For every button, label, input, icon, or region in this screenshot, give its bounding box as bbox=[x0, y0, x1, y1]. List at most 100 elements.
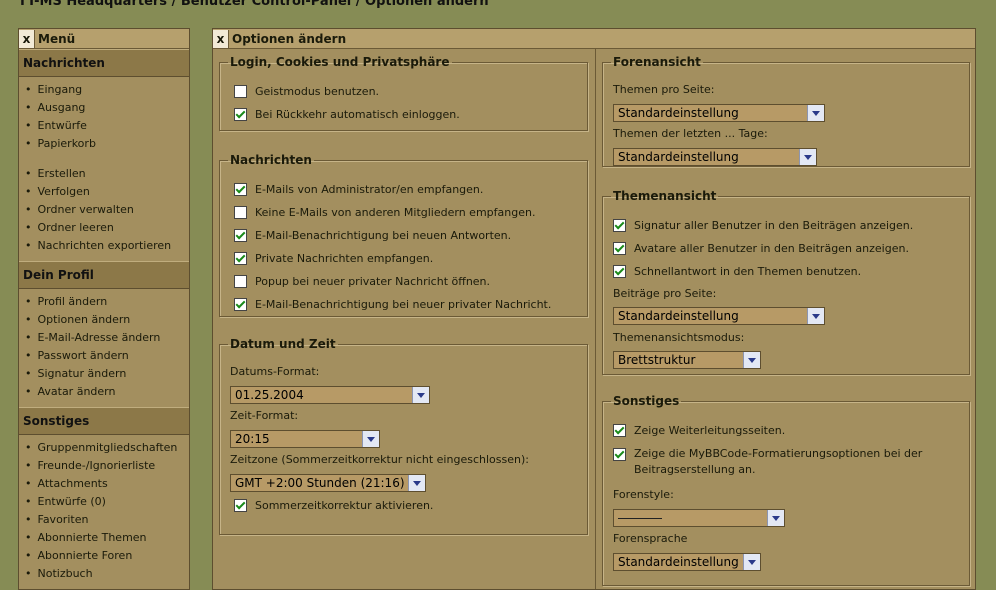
menu-item-verfolgen[interactable]: Verfolgen bbox=[25, 183, 189, 201]
menu-section-nachrichten: Nachrichten bbox=[19, 49, 189, 77]
forum-language-label: Forensprache bbox=[613, 532, 688, 545]
topics-per-page-select[interactable]: Standardeinstellung bbox=[613, 104, 825, 122]
menu-item-abonnierte-foren[interactable]: Abonnierte Foren bbox=[25, 547, 189, 565]
chevron-down-icon bbox=[807, 308, 824, 324]
option-show-signatures[interactable]: Signatur aller Benutzer in den Beiträgen… bbox=[613, 219, 913, 232]
option-label: Avatare aller Benutzer in den Beiträgen … bbox=[634, 242, 909, 255]
menu-spacer bbox=[25, 153, 189, 165]
misc-legend: Sonstiges bbox=[613, 394, 680, 408]
menu-list-profil: Profil ändern Optionen ändern E-Mail-Adr… bbox=[19, 289, 189, 407]
checkbox-receive-pm[interactable] bbox=[234, 252, 247, 265]
menu-item-erstellen[interactable]: Erstellen bbox=[25, 165, 189, 183]
chevron-down-icon bbox=[799, 149, 816, 165]
menu-item-ordner-verwalten[interactable]: Ordner verwalten bbox=[25, 201, 189, 219]
option-show-avatars[interactable]: Avatare aller Benutzer in den Beiträgen … bbox=[613, 242, 909, 255]
checkbox-no-member-mails[interactable] bbox=[234, 206, 247, 219]
forum-language-select[interactable]: Standardeinstellung bbox=[613, 553, 761, 571]
menu-item-passwort-aendern[interactable]: Passwort ändern bbox=[25, 347, 189, 365]
option-label: Geistmodus benutzen. bbox=[255, 85, 380, 98]
misc-fieldset: Sonstiges Zeige Weiterleitungsseiten. Ze… bbox=[602, 394, 970, 586]
chevron-down-icon bbox=[807, 105, 824, 121]
menu-item-gruppen[interactable]: Gruppenmitgliedschaften bbox=[25, 439, 189, 457]
checkbox-redirect-pages[interactable] bbox=[613, 424, 626, 437]
time-format-label: Zeit-Format: bbox=[230, 409, 299, 422]
checkbox-pm-notify[interactable] bbox=[234, 298, 247, 311]
chevron-down-icon bbox=[408, 475, 425, 491]
chevron-down-icon bbox=[767, 510, 784, 526]
menu-item-favoriten[interactable]: Favoriten bbox=[25, 511, 189, 529]
breadcrumb: TT-MS Headquarters / Benutzer Control-Pa… bbox=[18, 0, 489, 9]
menu-item-optionen-aendern[interactable]: Optionen ändern bbox=[25, 311, 189, 329]
menu-item-notizbuch[interactable]: Notizbuch bbox=[25, 565, 189, 583]
messages-fieldset: Nachrichten E-Mails von Administrator/en… bbox=[219, 153, 588, 317]
checkbox-auto-login[interactable] bbox=[234, 108, 247, 121]
chevron-down-icon bbox=[743, 352, 760, 368]
menu-item-freunde[interactable]: Freunde-/Ignorierliste bbox=[25, 457, 189, 475]
thread-view-fieldset: Themenansicht Signatur aller Benutzer in… bbox=[602, 189, 970, 375]
forum-style-label: Forenstyle: bbox=[613, 488, 674, 501]
menu-item-abonnierte-themen[interactable]: Abonnierte Themen bbox=[25, 529, 189, 547]
option-redirect-pages[interactable]: Zeige Weiterleitungsseiten. bbox=[613, 424, 785, 437]
menu-item-eingang[interactable]: Eingang bbox=[25, 81, 189, 99]
thread-mode-select[interactable]: Brettstruktur bbox=[613, 351, 761, 369]
option-pm-notify[interactable]: E-Mail-Benachrichtigung bei neuer privat… bbox=[234, 298, 551, 311]
menu-collapse-button[interactable]: x bbox=[19, 29, 35, 48]
menu-item-avatar-aendern[interactable]: Avatar ändern bbox=[25, 383, 189, 401]
option-receive-pm[interactable]: Private Nachrichten empfangen. bbox=[234, 252, 433, 265]
login-fieldset: Login, Cookies und Privatsphäre Geistmod… bbox=[219, 55, 588, 131]
checkbox-quick-reply[interactable] bbox=[613, 265, 626, 278]
time-format-select[interactable]: 20:15 bbox=[230, 430, 380, 448]
option-label: Sommerzeitkorrektur aktivieren. bbox=[255, 499, 434, 512]
menu-item-ordner-leeren[interactable]: Ordner leeren bbox=[25, 219, 189, 237]
timezone-select[interactable]: GMT +2:00 Stunden (21:16) bbox=[230, 474, 426, 492]
checkbox-admin-mails[interactable] bbox=[234, 183, 247, 196]
menu-section-profil: Dein Profil bbox=[19, 261, 189, 289]
option-dst[interactable]: Sommerzeitkorrektur aktivieren. bbox=[234, 499, 433, 512]
menu-item-papierkorb[interactable]: Papierkorb bbox=[25, 135, 189, 153]
chevron-down-icon bbox=[412, 387, 429, 403]
checkbox-mybbcode[interactable] bbox=[613, 448, 626, 461]
checkbox-reply-notify[interactable] bbox=[234, 229, 247, 242]
option-quick-reply[interactable]: Schnellantwort in den Themen benutzen. bbox=[613, 265, 861, 278]
option-geistmodus[interactable]: Geistmodus benutzen. bbox=[234, 85, 379, 98]
menu-item-email-aendern[interactable]: E-Mail-Adresse ändern bbox=[25, 329, 189, 347]
option-auto-login[interactable]: Bei Rückkehr automatisch einloggen. bbox=[234, 108, 460, 121]
datetime-fieldset: Datum und Zeit Datums-Format: 01.25.2004… bbox=[219, 337, 588, 535]
posts-per-page-label: Beiträge pro Seite: bbox=[613, 287, 717, 300]
posts-per-page-select[interactable]: Standardeinstellung bbox=[613, 307, 825, 325]
option-admin-mails[interactable]: E-Mails von Administrator/en empfangen. bbox=[234, 183, 483, 196]
option-no-member-mails[interactable]: Keine E-Mails von anderen Mitgliedern em… bbox=[234, 206, 535, 219]
menu-item-entwuerfe-count[interactable]: Entwürfe (0) bbox=[25, 493, 189, 511]
date-format-label: Datums-Format: bbox=[230, 365, 320, 378]
menu-list-nachrichten: Eingang Ausgang Entwürfe Papierkorb Erst… bbox=[19, 77, 189, 261]
checkbox-show-signatures[interactable] bbox=[613, 219, 626, 232]
option-label: Private Nachrichten empfangen. bbox=[255, 252, 434, 265]
menu-titlebar: x Menü bbox=[19, 29, 189, 49]
option-label: Signatur aller Benutzer in den Beiträgen… bbox=[634, 219, 914, 232]
option-reply-notify[interactable]: E-Mail-Benachrichtigung bei neuen Antwor… bbox=[234, 229, 511, 242]
options-titlebar: x Optionen ändern bbox=[213, 29, 975, 49]
menu-item-profil-aendern[interactable]: Profil ändern bbox=[25, 293, 189, 311]
date-format-select[interactable]: 01.25.2004 bbox=[230, 386, 430, 404]
topics-days-select[interactable]: Standardeinstellung bbox=[613, 148, 817, 166]
checkbox-pm-popup[interactable] bbox=[234, 275, 247, 288]
checkbox-dst[interactable] bbox=[234, 499, 247, 512]
thread-view-legend: Themenansicht bbox=[613, 189, 717, 203]
checkbox-show-avatars[interactable] bbox=[613, 242, 626, 255]
menu-item-nachrichten-exportieren[interactable]: Nachrichten exportieren bbox=[25, 237, 189, 255]
options-collapse-button[interactable]: x bbox=[213, 29, 229, 48]
menu-list-sonstiges: Gruppenmitgliedschaften Freunde-/Ignorie… bbox=[19, 435, 189, 589]
forum-style-select[interactable] bbox=[613, 509, 785, 527]
option-label: Keine E-Mails von anderen Mitgliedern em… bbox=[255, 206, 536, 219]
option-pm-popup[interactable]: Popup bei neuer privater Nachricht öffne… bbox=[234, 275, 490, 288]
topics-days-label: Themen der letzten ... Tage: bbox=[613, 127, 768, 140]
menu-item-signatur-aendern[interactable]: Signatur ändern bbox=[25, 365, 189, 383]
menu-item-entwuerfe[interactable]: Entwürfe bbox=[25, 117, 189, 135]
menu-title: Menü bbox=[38, 31, 76, 46]
menu-item-ausgang[interactable]: Ausgang bbox=[25, 99, 189, 117]
option-mybbcode[interactable]: Zeige die MyBBCode-Formatierungsoptionen… bbox=[613, 446, 954, 478]
options-right-column: Forenansicht Themen pro Seite: Standarde… bbox=[595, 49, 976, 589]
option-label: Bei Rückkehr automatisch einloggen. bbox=[255, 108, 460, 121]
checkbox-geistmodus[interactable] bbox=[234, 85, 247, 98]
menu-item-attachments[interactable]: Attachments bbox=[25, 475, 189, 493]
